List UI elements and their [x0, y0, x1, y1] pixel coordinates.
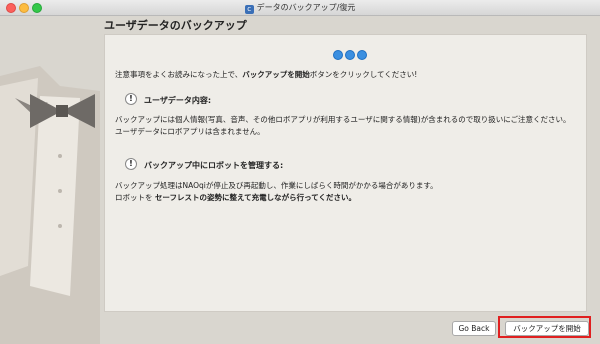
intro-suffix: ボタンをクリックしてください! [309, 70, 418, 79]
window-title: データのバックアップ/復元 [256, 3, 356, 12]
robot-line2-bold: セーフレストの姿勢に整えて充電しながら行ってください。 [154, 193, 356, 202]
progress-dot [345, 50, 355, 60]
content-panel: 注意事項をよくお読みになった上で、バックアップを開始ボタンをクリックしてください… [104, 34, 587, 312]
go-back-button[interactable]: Go Back [452, 321, 496, 336]
page-title: ユーザデータのバックアップ [104, 19, 247, 32]
intro-prefix: 注意事項をよくお読みになった上で、 [115, 70, 243, 79]
title-bar: c データのバックアップ/復元 [0, 0, 600, 16]
section-robot-line1: バックアップ処理はNAOqiが停止及び再起動し、作業にしばらく時間がかかる場合が… [115, 181, 438, 190]
section-user-data-title: ユーザデータ内容: [144, 96, 212, 105]
robot-line2-prefix: ロボットを [115, 193, 155, 202]
progress-dot [333, 50, 343, 60]
app-icon: c [244, 5, 254, 14]
section-user-data-line2: ユーザデータにロボアプリは含まれません。 [115, 127, 265, 136]
progress-dots-icon [333, 45, 369, 64]
section-user-data-line1: バックアップには個人情報(写真、音声、その他ロボアプリが利用するユーザに関する情… [115, 115, 571, 124]
intro-bold: バックアップを開始 [242, 70, 310, 79]
progress-dot [357, 50, 367, 60]
window-title-group: c データのバックアップ/復元 [0, 0, 600, 15]
warning-icon: ! [125, 93, 137, 105]
section-robot-line2: ロボットを セーフレストの姿勢に整えて充電しながら行ってください。 [115, 192, 356, 203]
highlight-box [498, 316, 591, 338]
section-robot-title: バックアップ中にロボットを管理する: [144, 161, 284, 170]
app-window: c データのバックアップ/復元 ユーザデータのバックアップ 注意事項をよくお読みに… [0, 0, 600, 344]
warning-icon: ! [125, 158, 137, 170]
intro-text: 注意事項をよくお読みになった上で、バックアップを開始ボタンをクリックしてください… [115, 69, 417, 80]
